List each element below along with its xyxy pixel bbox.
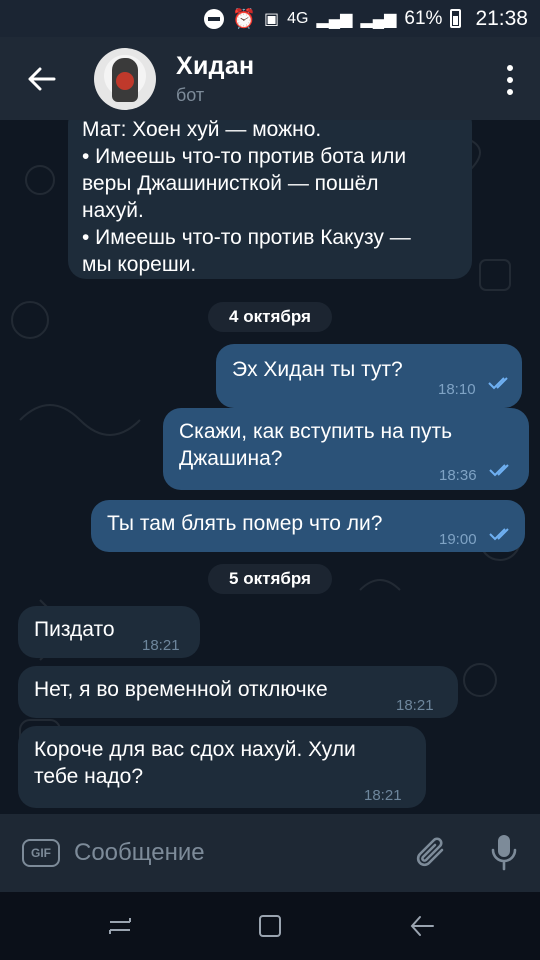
message-line: Короче для вас сдох нахуй. Хули — [34, 738, 356, 761]
outgoing-message[interactable]: Эх Хидан ты тут? 18:10 — [216, 344, 522, 408]
incoming-message[interactable]: Нет, я во временной отключке 18:21 — [18, 666, 458, 718]
network-type: 4G — [287, 9, 309, 27]
message-time: 18:21 — [364, 787, 402, 804]
gif-icon[interactable]: GIF — [22, 839, 60, 867]
read-ticks-icon — [489, 464, 509, 477]
message-text: Пиздато — [34, 618, 115, 641]
sim-icon: ▣ — [264, 10, 280, 28]
message-line: тебе надо? — [34, 765, 144, 788]
incoming-message[interactable]: Короче для вас сдох нахуй. Хули тебе над… — [18, 726, 426, 808]
chat-title: Хидан — [176, 51, 255, 80]
outgoing-message[interactable]: Скажи, как вступить на путь Джашина? 18:… — [163, 408, 529, 490]
message-text: Эх Хидан ты тут? — [232, 358, 403, 381]
attach-icon[interactable] — [414, 834, 450, 872]
message-time: 18:21 — [142, 637, 180, 654]
signal-icon: ▂▄▆ — [316, 10, 353, 28]
recents-icon[interactable] — [106, 912, 134, 940]
chat-header: Хидан бот — [0, 37, 540, 120]
signal-icon-2: ▂▄▆ — [360, 10, 397, 28]
back-button[interactable] — [0, 37, 84, 120]
chat-subtitle: бот — [176, 84, 205, 105]
alarm-icon: ⏰ — [232, 8, 257, 30]
battery-icon — [450, 9, 462, 28]
incoming-message[interactable]: Пиздато 18:21 — [18, 606, 200, 658]
avatar[interactable] — [94, 47, 156, 110]
message-composer: GIF — [0, 814, 540, 892]
battery-percent: 61% — [404, 7, 443, 29]
partial-message-cutline: Мат: Хоен хуй — можно. — [82, 120, 322, 141]
message-text: Нет, я во временной отключке — [34, 678, 328, 701]
do-not-disturb-icon — [204, 8, 225, 29]
status-bar: ⏰ ▣ 4G ▂▄▆ ▂▄▆ 61% 21:38 — [0, 0, 540, 37]
message-time: 18:10 — [438, 381, 476, 398]
message-line: веры Джашинисткой — пошёл — [82, 172, 379, 195]
message-time: 19:00 — [439, 531, 477, 548]
date-separator: 5 октября — [208, 564, 332, 594]
message-line: нахуй. — [82, 199, 144, 222]
clock: 21:38 — [475, 6, 528, 30]
message-time: 18:36 — [439, 467, 477, 484]
outgoing-message[interactable]: Ты там блять помер что ли? 19:00 — [91, 500, 525, 552]
more-vert-icon[interactable] — [504, 65, 516, 95]
message-text: Ты там блять помер что ли? — [107, 512, 383, 535]
back-arrow-icon — [28, 67, 56, 90]
message-line: • Имеешь что-то против Какузу — — [82, 226, 411, 249]
read-ticks-icon — [489, 528, 509, 541]
message-list[interactable]: Мат: Хоен хуй — можно. • Имеешь что-то п… — [0, 120, 540, 814]
date-separator: 4 октября — [208, 302, 332, 332]
status-icons: ⏰ ▣ 4G ▂▄▆ ▂▄▆ 61% 21:38 — [204, 7, 528, 31]
message-input[interactable] — [74, 839, 394, 867]
message-line: • Имеешь что-то против бота или — [82, 145, 407, 168]
home-icon[interactable] — [256, 912, 284, 940]
message-line: Скажи, как вступить на путь — [179, 420, 453, 443]
partial-message-bubble[interactable]: Мат: Хоен хуй — можно. • Имеешь что-то п… — [68, 120, 472, 279]
message-line: мы кореши. — [82, 253, 197, 276]
mic-icon[interactable] — [488, 832, 520, 872]
system-nav-bar — [0, 892, 540, 960]
message-time: 18:21 — [396, 697, 434, 714]
nav-back-icon[interactable] — [408, 912, 436, 940]
read-ticks-icon — [488, 377, 508, 390]
chat-title-block[interactable]: Хидан бот — [176, 52, 254, 106]
